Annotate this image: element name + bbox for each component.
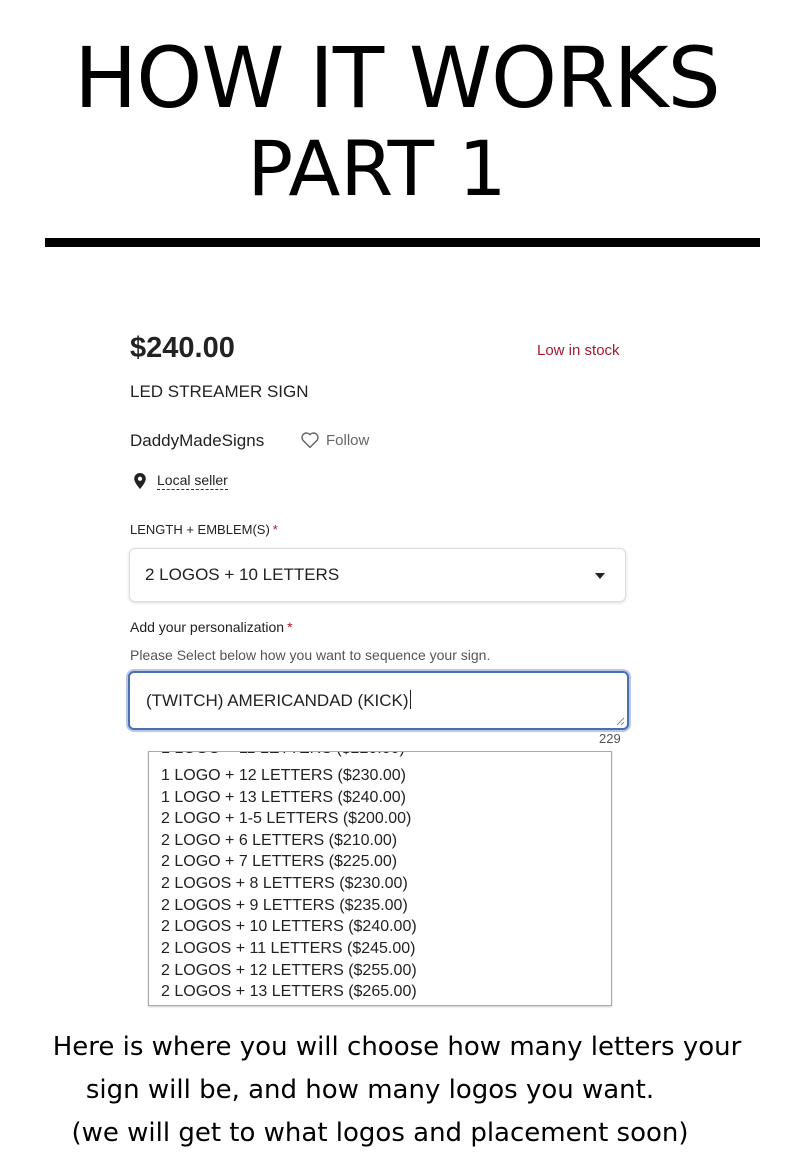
dropdown-option[interactable]: 2 LOGOS + 11 LETTERS ($245.00) bbox=[161, 939, 416, 959]
required-mark: * bbox=[287, 619, 293, 635]
listing-price: $240.00 bbox=[130, 332, 235, 364]
dropdown-option[interactable]: 2 LOGOS + 9 LETTERS ($235.00) bbox=[161, 896, 408, 916]
dropdown-option[interactable]: 1 LOGO + 13 LETTERS ($240.00) bbox=[161, 788, 406, 808]
dropdown-option[interactable]: 1 LOGO + 12 LETTERS ($230.00) bbox=[161, 766, 406, 786]
page-title: HOW IT WORKS bbox=[74, 29, 721, 127]
seller-name-link[interactable]: DaddyMadeSigns bbox=[130, 431, 264, 451]
required-mark: * bbox=[272, 522, 278, 537]
partial-option: 1 LOGO + 11 LETTERS ($220.00) bbox=[161, 752, 405, 758]
product-name: LED STREAMER SIGN bbox=[130, 382, 309, 401]
caption-line: (we will get to what logos and placement… bbox=[71, 1118, 689, 1148]
character-counter: 229 bbox=[599, 731, 621, 746]
page-subtitle: PART 1 bbox=[247, 124, 507, 213]
dropdown-option[interactable]: 2 LOGOS + 8 LETTERS ($230.00) bbox=[161, 874, 408, 894]
heart-icon bbox=[301, 432, 319, 449]
dropdown-option[interactable]: 2 LOGOS + 12 LETTERS ($255.00) bbox=[161, 961, 417, 981]
resize-grip-icon[interactable] bbox=[616, 717, 625, 726]
personalization-input[interactable]: (TWITCH) AMERICANDAD (KICK) bbox=[128, 671, 629, 730]
options-dropdown[interactable]: 1 LOGO + 11 LETTERS ($220.00) 1 LOGO + 1… bbox=[148, 751, 612, 1006]
personalization-help: Please Select below how you want to sequ… bbox=[130, 647, 491, 663]
local-seller-label: Local seller bbox=[157, 472, 228, 490]
personalization-label: Add your personalization * bbox=[130, 619, 293, 635]
dropdown-option[interactable]: 2 LOGOS + 13 LETTERS ($265.00) bbox=[161, 982, 417, 1002]
select-value: 2 LOGOS + 10 LETTERS bbox=[145, 565, 340, 584]
personalization-value: (TWITCH) AMERICANDAD (KICK) bbox=[146, 691, 409, 710]
dropdown-option[interactable]: 2 LOGO + 6 LETTERS ($210.00) bbox=[161, 831, 397, 851]
dropdown-option[interactable]: 2 LOGO + 1-5 LETTERS ($200.00) bbox=[161, 809, 411, 829]
stock-status: Low in stock bbox=[537, 342, 620, 359]
dropdown-option[interactable]: 2 LOGOS + 10 LETTERS ($240.00) bbox=[161, 917, 417, 937]
follow-label: Follow bbox=[326, 431, 370, 449]
text-cursor bbox=[409, 690, 411, 709]
follow-button[interactable]: Follow bbox=[300, 431, 369, 449]
caption-line: Here is where you will choose how many l… bbox=[52, 1032, 742, 1062]
local-seller[interactable]: Local seller bbox=[133, 472, 228, 490]
length-emblem-select[interactable]: 2 LOGOS + 10 LETTERS bbox=[129, 548, 626, 602]
dropdown-option[interactable]: 2 LOGO + 7 LETTERS ($225.00) bbox=[161, 852, 397, 872]
location-pin-icon bbox=[134, 473, 146, 489]
divider bbox=[45, 238, 760, 247]
caption-line: sign will be, and how many logos you wan… bbox=[85, 1075, 655, 1105]
chevron-down-icon bbox=[595, 573, 605, 579]
variation-label: LENGTH + EMBLEM(S) * bbox=[130, 522, 278, 537]
